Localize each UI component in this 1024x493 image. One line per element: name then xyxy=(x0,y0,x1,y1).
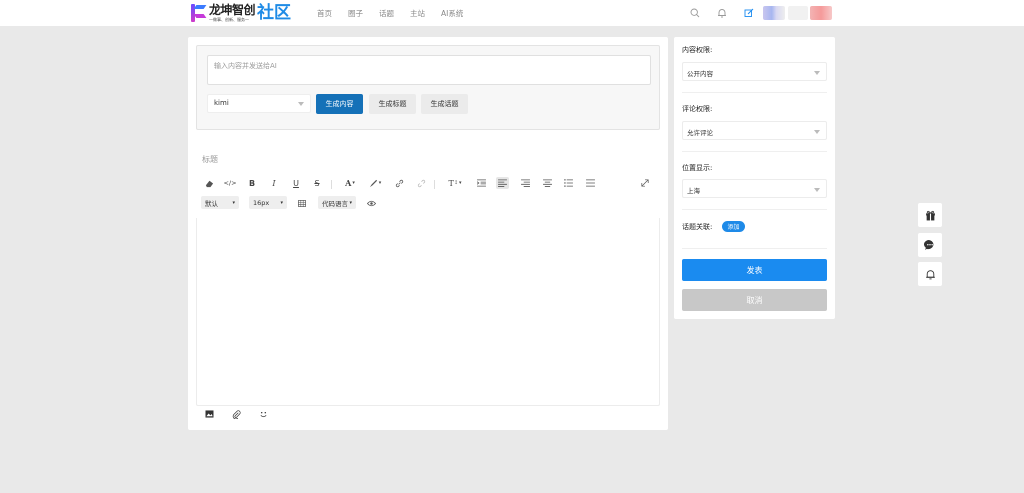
font-size-select[interactable]: 16px ▾ xyxy=(249,196,287,209)
editor-toolbar: </> B I U S A ▾ ▾ T ↕ ▾ 默认 ▾ 16px ▾ 代码语言… xyxy=(196,177,660,215)
highlight-icon[interactable]: ▾ xyxy=(367,177,383,189)
image-icon[interactable] xyxy=(204,409,214,419)
font-size-value: 16px xyxy=(253,198,270,207)
notification-button[interactable] xyxy=(918,262,942,286)
nav-item-circles[interactable]: 圈子 xyxy=(348,8,363,19)
ai-model-select[interactable]: kimi xyxy=(207,94,311,113)
bell-icon xyxy=(925,269,935,279)
user-badge-blur xyxy=(810,6,832,20)
emoji-icon[interactable] xyxy=(258,409,268,419)
gift-button[interactable] xyxy=(918,203,942,227)
site-logo[interactable]: 龙坤智创 —做事、创新、服务— 社区 xyxy=(190,2,291,24)
generate-content-button[interactable]: 生成内容 xyxy=(316,94,363,114)
rich-text-editor[interactable] xyxy=(196,218,660,406)
heading-icon[interactable]: T ↕ ▾ xyxy=(447,177,463,189)
code-language-value: 代码语言 xyxy=(322,199,348,208)
chevron-down-icon: ▾ xyxy=(280,199,283,206)
gift-icon xyxy=(925,210,935,220)
chat-button[interactable] xyxy=(918,233,942,257)
ai-model-value: kimi xyxy=(214,99,229,107)
indent-icon[interactable] xyxy=(475,177,487,189)
code-icon[interactable]: </> xyxy=(223,177,236,189)
post-title-input[interactable]: 标题 xyxy=(202,154,218,165)
italic-icon[interactable]: I xyxy=(269,177,279,189)
fullscreen-icon[interactable] xyxy=(639,177,651,189)
font-color-icon[interactable]: A ▾ xyxy=(342,177,358,189)
ordered-list-icon[interactable] xyxy=(562,177,574,189)
user-name-blur xyxy=(788,6,808,20)
nav-item-home[interactable]: 首页 xyxy=(317,8,332,19)
preview-eye-icon[interactable] xyxy=(365,197,377,209)
nav-item-main-site[interactable]: 主站 xyxy=(410,8,425,19)
nav-item-topics[interactable]: 话题 xyxy=(379,8,394,19)
post-editor-card: 输入内容并发送给AI kimi 生成内容 生成标题 生成话题 标题 </> B … xyxy=(188,37,668,430)
unlink-icon[interactable] xyxy=(415,177,427,189)
post-settings-card: 内容权限: 公开内容 评论权限: 允许评论 位置显示: 上海 话题关联: 添加 … xyxy=(674,37,835,319)
chevron-down-icon: ▾ xyxy=(349,199,352,206)
link-icon[interactable] xyxy=(393,177,405,189)
font-family-value: 默认 xyxy=(205,199,218,208)
content-permission-select[interactable]: 公开内容 xyxy=(682,62,827,81)
ai-assistant-panel: 输入内容并发送给AI kimi 生成内容 生成标题 生成话题 xyxy=(196,45,660,130)
content-permission-value: 公开内容 xyxy=(687,70,713,78)
comment-permission-label: 评论权限: xyxy=(682,105,713,113)
code-language-select[interactable]: 代码语言 ▾ xyxy=(318,196,356,209)
search-icon[interactable] xyxy=(690,8,700,18)
ai-prompt-input[interactable]: 输入内容并发送给AI xyxy=(207,55,651,85)
topic-link-label: 话题关联: xyxy=(682,223,713,231)
main-nav: 首页 圈子 话题 主站 AI系统 xyxy=(317,8,479,19)
chevron-down-icon xyxy=(814,71,820,75)
strikethrough-icon[interactable]: S xyxy=(312,177,322,189)
generate-title-button[interactable]: 生成标题 xyxy=(369,94,416,114)
edit-icon[interactable] xyxy=(744,8,754,18)
align-center-icon[interactable] xyxy=(541,177,553,189)
comment-permission-select[interactable]: 允许评论 xyxy=(682,121,827,140)
editor-attachments-bar xyxy=(204,409,285,419)
table-icon[interactable] xyxy=(296,197,308,209)
content-permission-label: 内容权限: xyxy=(682,46,713,54)
location-label: 位置显示: xyxy=(682,164,713,172)
bold-icon[interactable]: B xyxy=(247,177,257,189)
location-select[interactable]: 上海 xyxy=(682,179,827,198)
comment-permission-value: 允许评论 xyxy=(687,129,713,137)
align-left-icon[interactable] xyxy=(496,177,509,189)
user-avatar[interactable] xyxy=(763,6,785,20)
chevron-down-icon xyxy=(298,102,304,106)
font-family-select[interactable]: 默认 ▾ xyxy=(201,196,239,209)
underline-icon[interactable]: U xyxy=(291,177,301,189)
chevron-down-icon xyxy=(814,130,820,134)
eraser-icon[interactable] xyxy=(203,177,215,189)
unordered-list-icon[interactable] xyxy=(584,177,596,189)
logo-community-text: 社区 xyxy=(257,3,292,23)
nav-item-ai-system[interactable]: AI系统 xyxy=(441,8,463,19)
logo-mark-icon xyxy=(190,3,207,23)
add-topic-button[interactable]: 添加 xyxy=(722,221,745,232)
publish-button[interactable]: 发表 xyxy=(682,259,827,281)
location-value: 上海 xyxy=(687,187,700,195)
bell-icon[interactable] xyxy=(717,8,727,18)
logo-slogan: —做事、创新、服务— xyxy=(209,17,249,22)
align-right-icon[interactable] xyxy=(519,177,531,189)
top-navbar: 龙坤智创 —做事、创新、服务— 社区 首页 圈子 话题 主站 AI系统 xyxy=(0,0,1024,26)
attachment-icon[interactable] xyxy=(231,409,241,419)
chevron-down-icon xyxy=(814,188,820,192)
chevron-down-icon: ▾ xyxy=(232,199,235,206)
chat-bubble-icon xyxy=(924,240,934,251)
logo-main-text: 龙坤智创 xyxy=(209,3,256,17)
generate-topic-button[interactable]: 生成话题 xyxy=(421,94,468,114)
cancel-button[interactable]: 取消 xyxy=(682,289,827,311)
